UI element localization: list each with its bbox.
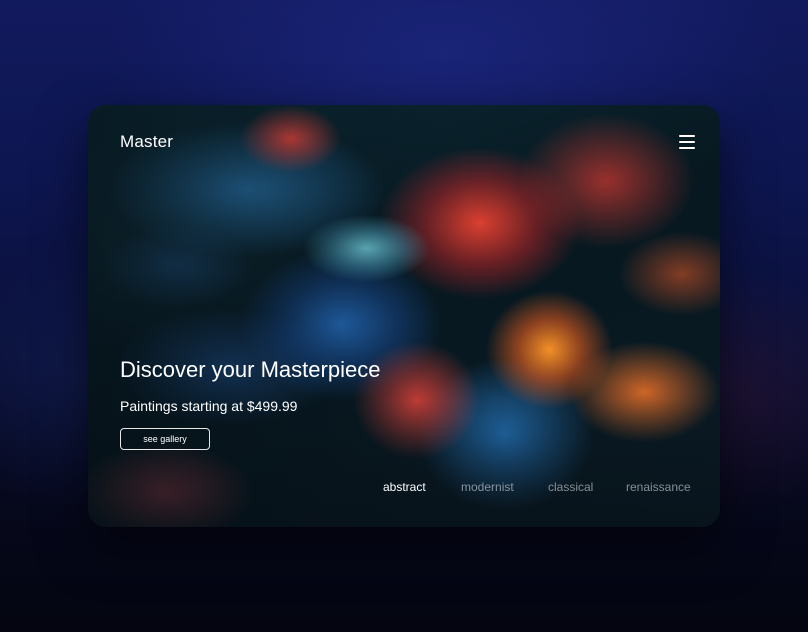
menu-line [679, 141, 695, 143]
hero-subtitle: Paintings starting at $499.99 [120, 398, 298, 414]
menu-line [679, 135, 695, 137]
hamburger-menu-icon[interactable] [679, 135, 695, 149]
menu-line [679, 147, 695, 149]
tab-abstract[interactable]: abstract [383, 479, 426, 495]
tab-renaissance[interactable]: renaissance [626, 479, 691, 495]
tab-classical[interactable]: classical [548, 479, 593, 495]
hero-card: Master Discover your Masterpiece Paintin… [88, 105, 720, 527]
artwork-overlay [88, 105, 720, 527]
tab-modernist[interactable]: modernist [461, 479, 514, 495]
see-gallery-button[interactable]: see gallery [120, 428, 210, 450]
brand-logo[interactable]: Master [120, 132, 173, 152]
hero-title: Discover your Masterpiece [120, 357, 381, 382]
